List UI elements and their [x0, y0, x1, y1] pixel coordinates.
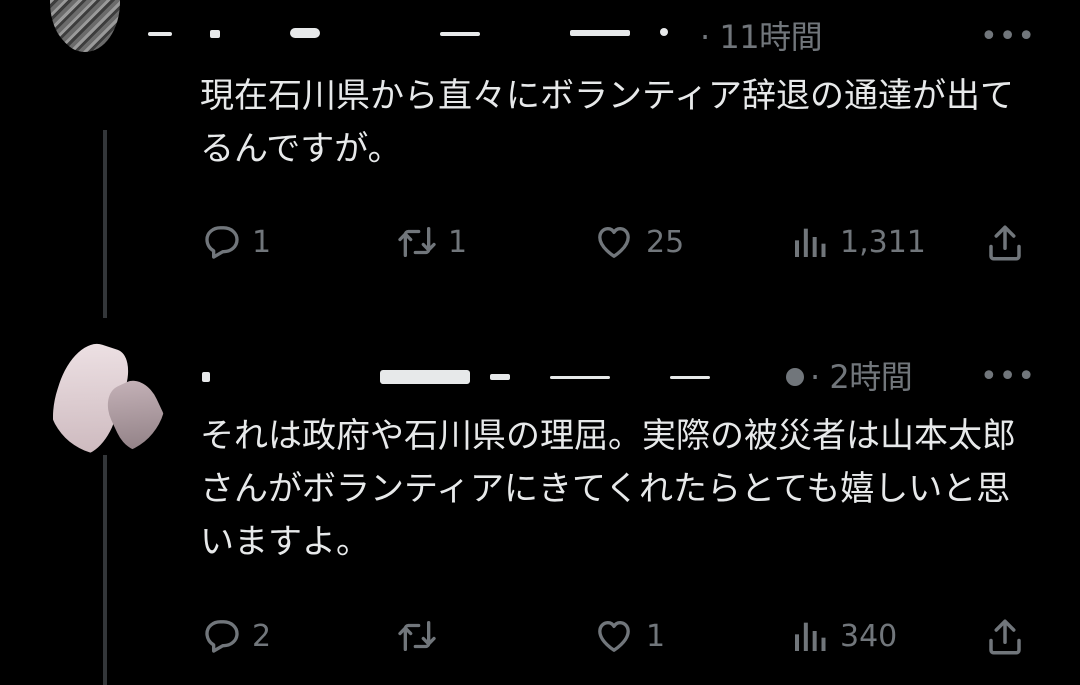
heart-icon	[598, 621, 630, 652]
share-icon	[989, 225, 1021, 261]
share-icon	[989, 619, 1021, 655]
tweet-actions: 2 1 340	[200, 616, 1040, 666]
reply-count: 2	[252, 618, 272, 654]
view-count: 1,311	[840, 224, 926, 260]
redacted-user-name	[200, 360, 804, 390]
like-button[interactable]: 25	[592, 222, 684, 262]
share-button[interactable]	[984, 222, 1026, 264]
share-button[interactable]	[984, 616, 1026, 658]
heart-icon	[598, 227, 630, 258]
view-count: 340	[840, 618, 898, 654]
redacted-user-name	[140, 18, 700, 48]
reply-icon	[205, 226, 239, 259]
retweet-button[interactable]: 1	[396, 222, 467, 262]
avatar[interactable]	[48, 337, 166, 455]
more-options-button[interactable]: •••	[980, 362, 1036, 392]
more-options-button[interactable]: •••	[980, 22, 1036, 52]
tweet-timestamp[interactable]: · 11時間	[700, 12, 823, 58]
tweet-timestamp[interactable]: · 2時間	[810, 352, 913, 398]
thread-connector-line	[103, 455, 107, 685]
tweet-text: それは政府や石川県の理屈。実際の被災者は山本太郎さんがボランティアにきてくれたら…	[200, 416, 1016, 562]
tweet-text: 現在石川県から直々にボランティア辞退の通達が出てるんですが。	[200, 76, 1014, 169]
retweet-button[interactable]	[396, 616, 448, 656]
reply-button[interactable]: 1	[202, 222, 271, 262]
retweet-icon	[398, 621, 436, 651]
views-button[interactable]: 1,311	[790, 222, 926, 262]
like-count: 1	[646, 618, 666, 654]
views-button[interactable]: 340	[790, 616, 897, 656]
retweet-icon	[398, 227, 436, 257]
like-count: 25	[646, 224, 685, 260]
reply-button[interactable]: 2	[202, 616, 271, 656]
retweet-count: 1	[448, 224, 468, 260]
analytics-icon	[795, 622, 826, 651]
analytics-icon	[795, 228, 826, 257]
reply-count: 1	[252, 224, 272, 260]
like-button[interactable]: 1	[592, 616, 665, 656]
thread-connector-line	[103, 130, 107, 318]
tweet-actions: 1 1 25 1,311	[200, 222, 1040, 272]
reply-icon	[205, 620, 239, 653]
avatar-image	[50, 0, 120, 52]
